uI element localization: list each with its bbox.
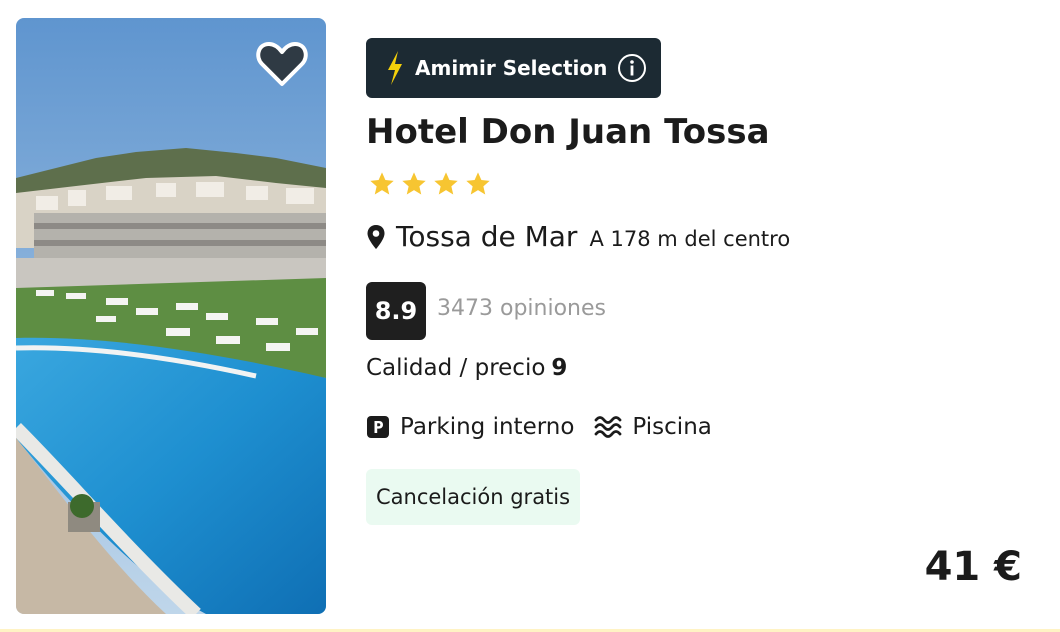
lightning-bolt-icon <box>388 51 402 85</box>
value-score: 9 <box>551 355 568 381</box>
parking-icon <box>367 416 389 438</box>
star-icon <box>466 172 490 195</box>
value-label: Calidad / precio <box>366 355 546 381</box>
amenity-pool: Piscina <box>594 414 712 440</box>
amenity-parking: Parking interno <box>366 414 574 440</box>
hotel-photo[interactable] <box>16 18 326 614</box>
star-rating <box>368 170 492 198</box>
hotel-card[interactable]: Amimir Selection Hotel Don Juan Tossa To… <box>0 0 1060 632</box>
badge-label: Amimir Selection <box>415 56 608 80</box>
location-pin-icon <box>367 224 385 249</box>
selection-badge[interactable]: Amimir Selection <box>366 38 661 98</box>
distance-to-center: A 178 m del centro <box>589 227 791 251</box>
info-icon[interactable] <box>617 53 647 83</box>
reviews-link[interactable]: 3473 opiniones <box>437 296 606 321</box>
star-icon <box>402 172 426 195</box>
amenity-label: Parking interno <box>400 414 575 440</box>
hotel-name[interactable]: Hotel Don Juan Tossa <box>366 112 770 152</box>
value-for-money: Calidad / precio 9 <box>366 355 567 381</box>
pool-waves-icon <box>595 416 622 438</box>
score-badge: 8.9 <box>366 282 426 340</box>
free-cancellation-tag: Cancelación gratis <box>366 469 581 525</box>
amenity-label: Piscina <box>632 414 712 440</box>
city-link[interactable]: Tossa de Mar <box>396 220 577 253</box>
amenities: Parking interno Piscina <box>366 414 732 440</box>
heart-icon[interactable] <box>256 40 308 88</box>
star-icon <box>370 172 394 195</box>
location: Tossa de Mar A 178 m del centro <box>366 220 790 253</box>
price[interactable]: 41 € <box>925 544 1022 590</box>
star-icon <box>434 172 458 195</box>
